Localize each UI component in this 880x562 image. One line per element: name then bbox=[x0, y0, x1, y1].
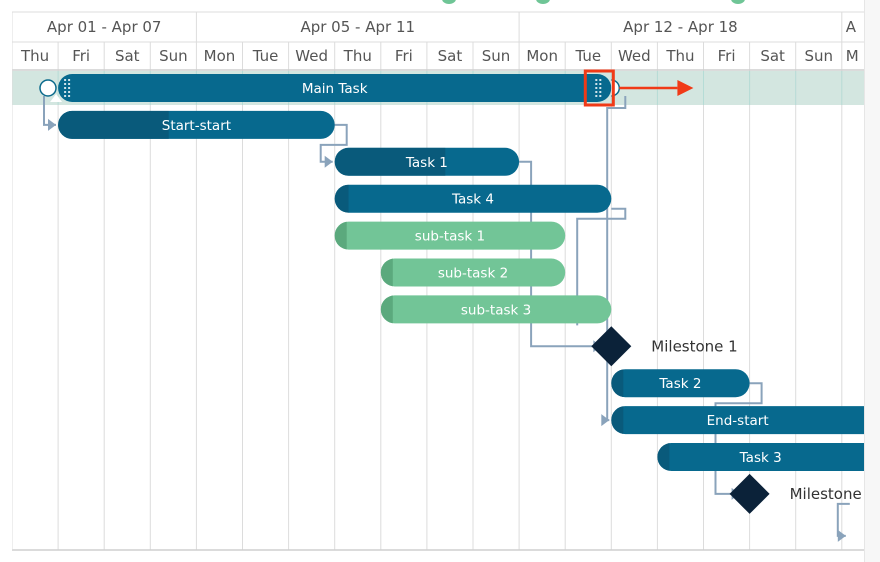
week-label: Apr 01 - Apr 07 bbox=[47, 18, 162, 36]
day-label: Sat bbox=[760, 47, 785, 65]
task-label: sub-task 1 bbox=[415, 229, 485, 245]
day-label: Mon bbox=[526, 47, 558, 65]
gantt-chart: Apr 01 - Apr 07 Apr 05 - Apr 11 Apr 12 - A… bbox=[12, 11, 880, 551]
grip-dot bbox=[599, 91, 602, 93]
task-label: Start-start bbox=[162, 118, 231, 134]
grip-dot bbox=[68, 95, 71, 97]
task-bar-task4[interactable]: Task 4 bbox=[334, 184, 612, 213]
day-label: Thu bbox=[665, 47, 694, 65]
task-label: Task 1 bbox=[405, 155, 448, 171]
day-label: Sun bbox=[482, 47, 511, 65]
dependency-link bbox=[836, 502, 850, 537]
task-label: Main Task bbox=[302, 81, 368, 97]
day-label: Thu bbox=[20, 47, 49, 65]
task-bar-subtask3[interactable]: sub-task 3 bbox=[380, 295, 612, 324]
task-bar-task3[interactable]: Task 3 bbox=[657, 443, 880, 471]
dependency-link bbox=[714, 382, 763, 495]
day-label: Fri bbox=[395, 47, 413, 65]
task-bar-start-start[interactable]: Start-start bbox=[58, 110, 335, 139]
day-label: Fri bbox=[718, 47, 736, 65]
task-progress-fill bbox=[334, 184, 349, 213]
week-label: Apr 05 - Apr 11 bbox=[300, 18, 415, 36]
day-label: Sun bbox=[804, 47, 833, 65]
milestone-label: Milestone 1 bbox=[651, 337, 737, 355]
task-label: Task 3 bbox=[739, 450, 782, 466]
task-label: sub-task 2 bbox=[438, 266, 508, 282]
day-label: Sat bbox=[438, 47, 463, 65]
task-label: End-start bbox=[707, 413, 769, 429]
task-bars: Main Task Start-start Task 1 Task 4 sub-task… bbox=[58, 74, 880, 514]
grip-dot bbox=[595, 95, 598, 97]
grip-dot bbox=[68, 87, 71, 89]
day-label: Sat bbox=[115, 47, 140, 65]
task-bar-subtask2[interactable]: sub-task 2 bbox=[380, 258, 566, 287]
task-label: Task 2 bbox=[658, 376, 701, 392]
task-bar-subtask1[interactable]: sub-task 1 bbox=[334, 221, 566, 250]
grip-dot bbox=[68, 79, 71, 81]
grip-dot bbox=[68, 91, 71, 93]
grip-dot bbox=[64, 87, 67, 89]
day-label: Wed bbox=[295, 47, 328, 65]
day-label: Wed bbox=[618, 47, 651, 65]
link-arrowhead-icon bbox=[48, 118, 56, 131]
milestone-diamond[interactable] bbox=[729, 473, 770, 514]
task-progress-fill bbox=[380, 295, 393, 324]
day-label: Thu bbox=[343, 47, 372, 65]
day-label: Tue bbox=[252, 47, 279, 65]
milestone-diamond[interactable] bbox=[591, 326, 632, 367]
task-progress-fill bbox=[657, 443, 670, 471]
vertical-scrollbar[interactable] bbox=[864, 0, 880, 562]
link-arrowhead-icon bbox=[324, 155, 333, 168]
day-label: Tue bbox=[574, 47, 601, 65]
grip-dot bbox=[595, 79, 598, 81]
task-bar-task1[interactable]: Task 1 bbox=[334, 147, 520, 176]
grip-dot bbox=[68, 83, 71, 85]
week-label: A bbox=[846, 18, 857, 36]
task-progress-fill bbox=[380, 258, 393, 287]
grip-dot bbox=[64, 83, 67, 85]
grip-dot bbox=[599, 79, 602, 81]
task-progress-fill bbox=[611, 369, 624, 398]
grip-dot bbox=[599, 83, 602, 85]
task-progress-fill bbox=[334, 221, 347, 250]
grip-dot bbox=[599, 87, 602, 89]
grip-dot bbox=[595, 83, 598, 85]
task-bar-main[interactable]: Main Task bbox=[58, 74, 612, 102]
task-bar-task2[interactable]: Task 2 bbox=[611, 369, 750, 398]
grip-dot bbox=[64, 79, 67, 81]
task-progress-fill bbox=[58, 110, 169, 139]
task-bar-end-start[interactable]: End-start bbox=[611, 406, 880, 435]
grip-dot bbox=[595, 91, 598, 93]
task-label: Task 4 bbox=[451, 192, 494, 208]
day-label: M bbox=[846, 47, 859, 65]
grip-dot bbox=[64, 95, 67, 97]
task-progress-fill bbox=[611, 406, 624, 435]
day-label: Fri bbox=[72, 47, 90, 65]
task-label: sub-task 3 bbox=[461, 302, 531, 318]
day-label: Mon bbox=[204, 47, 236, 65]
grip-dot bbox=[599, 95, 602, 97]
grip-dot bbox=[595, 87, 598, 89]
grip-dot bbox=[64, 91, 67, 93]
week-label: Apr 12 - Apr 18 bbox=[623, 18, 738, 36]
day-label: Sun bbox=[159, 47, 188, 65]
link-start-handle[interactable] bbox=[39, 79, 57, 97]
milestone-label: Milestone bbox=[790, 485, 862, 503]
